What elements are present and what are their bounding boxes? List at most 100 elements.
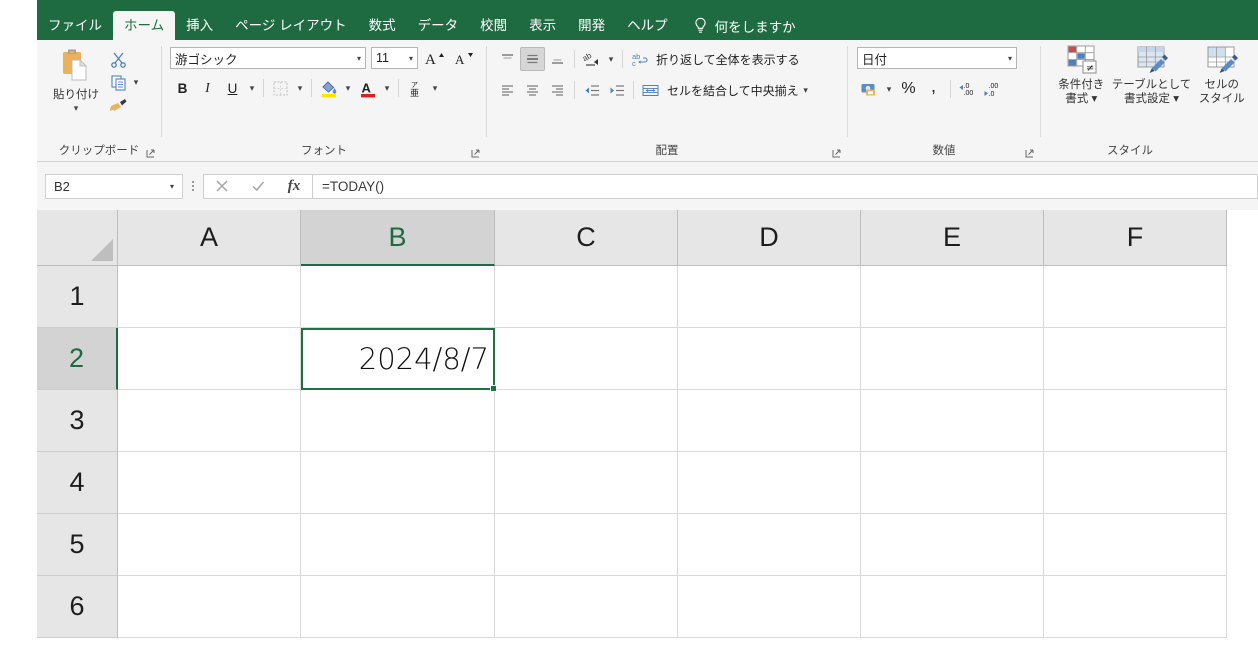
- accounting-dropdown-chevron-icon[interactable]: ▾: [882, 84, 896, 95]
- cell-a2[interactable]: [118, 328, 301, 390]
- number-format-combobox[interactable]: 日付 ▾: [857, 47, 1017, 69]
- tab-home[interactable]: ホーム: [113, 11, 176, 40]
- cell-styles-button[interactable]: セルの スタイル: [1188, 44, 1257, 106]
- cell-c5[interactable]: [495, 514, 678, 576]
- cell-d6[interactable]: [678, 576, 861, 638]
- cell-d1[interactable]: [678, 266, 861, 328]
- row-header-6[interactable]: 6: [37, 576, 118, 638]
- tab-data[interactable]: データ: [407, 11, 470, 40]
- cell-d3[interactable]: [678, 390, 861, 452]
- tab-view[interactable]: 表示: [518, 11, 567, 40]
- row-header-1[interactable]: 1: [37, 266, 118, 328]
- column-header-e[interactable]: E: [861, 210, 1044, 266]
- italic-button[interactable]: I: [195, 76, 220, 100]
- cell-f6[interactable]: [1044, 576, 1227, 638]
- tab-formulas[interactable]: 数式: [358, 11, 407, 40]
- column-header-d[interactable]: D: [678, 210, 861, 266]
- cell-a5[interactable]: [118, 514, 301, 576]
- decrease-indent-icon[interactable]: [579, 78, 604, 102]
- shrink-font-icon[interactable]: A: [452, 47, 476, 69]
- cell-e5[interactable]: [861, 514, 1044, 576]
- format-painter-icon[interactable]: [107, 96, 129, 116]
- borders-dropdown-chevron-icon[interactable]: ▾: [293, 83, 307, 94]
- comma-style-button[interactable]: ,: [921, 76, 946, 101]
- formula-input[interactable]: =TODAY(): [313, 173, 1258, 199]
- chevron-down-icon[interactable]: ▾: [167, 182, 174, 191]
- row-header-5[interactable]: 5: [37, 514, 118, 576]
- cell-f5[interactable]: [1044, 514, 1227, 576]
- cell-e1[interactable]: [861, 266, 1044, 328]
- increase-indent-icon[interactable]: [604, 78, 629, 102]
- chevron-down-icon[interactable]: ▾: [74, 104, 79, 113]
- column-header-b[interactable]: B: [301, 210, 495, 266]
- cell-c3[interactable]: [495, 390, 678, 452]
- column-header-a[interactable]: A: [118, 210, 301, 266]
- conditional-formatting-button[interactable]: ≠ 条件付き 書式 ▾: [1047, 44, 1116, 106]
- copy-dropdown-chevron-icon[interactable]: ▾: [129, 77, 143, 88]
- merge-and-center-button[interactable]: セルを結合して中央揃え ▾: [638, 77, 813, 103]
- cell-a3[interactable]: [118, 390, 301, 452]
- cell-a4[interactable]: [118, 452, 301, 514]
- font-color-dropdown-chevron-icon[interactable]: ▾: [380, 83, 394, 94]
- cell-f2[interactable]: [1044, 328, 1227, 390]
- tell-me-box[interactable]: 何をしますか: [693, 11, 796, 40]
- cell-b2[interactable]: 2024/8/7: [301, 328, 497, 392]
- borders-icon[interactable]: [268, 76, 293, 100]
- underline-dropdown-chevron-icon[interactable]: ▾: [245, 83, 259, 94]
- font-color-icon[interactable]: A: [355, 76, 380, 100]
- tab-help[interactable]: ヘルプ: [616, 11, 679, 40]
- cell-b3[interactable]: [301, 390, 495, 452]
- format-as-table-button[interactable]: テーブルとして 書式設定 ▾: [1112, 44, 1191, 106]
- cell-f3[interactable]: [1044, 390, 1227, 452]
- row-header-2[interactable]: 2: [37, 328, 118, 390]
- bold-button[interactable]: B: [170, 76, 195, 100]
- chevron-down-icon[interactable]: ▾: [354, 54, 361, 63]
- number-dialog-launcher-icon[interactable]: [1025, 149, 1034, 158]
- enter-checkmark-icon[interactable]: [240, 175, 276, 198]
- chevron-down-icon[interactable]: ▾: [1005, 54, 1012, 63]
- row-header-4[interactable]: 4: [37, 452, 118, 514]
- font-name-combobox[interactable]: 游ゴシック ▾: [170, 47, 366, 69]
- name-box[interactable]: B2 ▾: [45, 173, 183, 199]
- cell-e4[interactable]: [861, 452, 1044, 514]
- merge-dropdown-chevron-icon[interactable]: ▾: [799, 85, 813, 96]
- align-bottom-icon[interactable]: [545, 47, 570, 71]
- tab-developer[interactable]: 開発: [567, 11, 616, 40]
- align-top-icon[interactable]: [495, 47, 520, 71]
- cell-f1[interactable]: [1044, 266, 1227, 328]
- increase-decimal-icon[interactable]: .0 .00: [955, 77, 980, 101]
- tab-page-layout[interactable]: ページ レイアウト: [224, 11, 357, 40]
- row-header-3[interactable]: 3: [37, 390, 118, 452]
- phonetic-guide-icon[interactable]: ア 亜: [403, 76, 428, 100]
- align-right-icon[interactable]: [545, 78, 570, 102]
- cell-c6[interactable]: [495, 576, 678, 638]
- grow-font-icon[interactable]: A: [423, 47, 447, 69]
- cell-b6[interactable]: [301, 576, 495, 638]
- fill-color-dropdown-chevron-icon[interactable]: ▾: [341, 83, 355, 94]
- align-center-icon[interactable]: [520, 78, 545, 102]
- cell-e2[interactable]: [861, 328, 1044, 390]
- chevron-down-icon[interactable]: ▾: [406, 54, 413, 63]
- wrap-text-button[interactable]: ab c 折り返して全体を表示する: [627, 46, 800, 72]
- cell-b1[interactable]: [301, 266, 495, 328]
- cell-c4[interactable]: [495, 452, 678, 514]
- cell-a6[interactable]: [118, 576, 301, 638]
- paste-button[interactable]: 貼り付け ▾: [47, 46, 105, 113]
- cell-c2[interactable]: [495, 328, 678, 390]
- font-dialog-launcher-icon[interactable]: [471, 149, 480, 158]
- align-left-icon[interactable]: [495, 78, 520, 102]
- tab-review[interactable]: 校閲: [469, 11, 518, 40]
- cell-e3[interactable]: [861, 390, 1044, 452]
- cell-d2[interactable]: [678, 328, 861, 390]
- align-middle-icon[interactable]: [520, 47, 545, 71]
- tab-file[interactable]: ファイル: [37, 11, 113, 40]
- underline-button[interactable]: U: [220, 76, 245, 100]
- percent-style-button[interactable]: %: [896, 77, 921, 101]
- tab-insert[interactable]: 挿入: [175, 11, 224, 40]
- clipboard-dialog-launcher-icon[interactable]: [146, 149, 155, 158]
- copy-icon[interactable]: [107, 73, 129, 93]
- accounting-format-icon[interactable]: [857, 77, 882, 101]
- text-orientation-icon[interactable]: ab: [579, 47, 604, 71]
- cell-e6[interactable]: [861, 576, 1044, 638]
- cell-b5[interactable]: [301, 514, 495, 576]
